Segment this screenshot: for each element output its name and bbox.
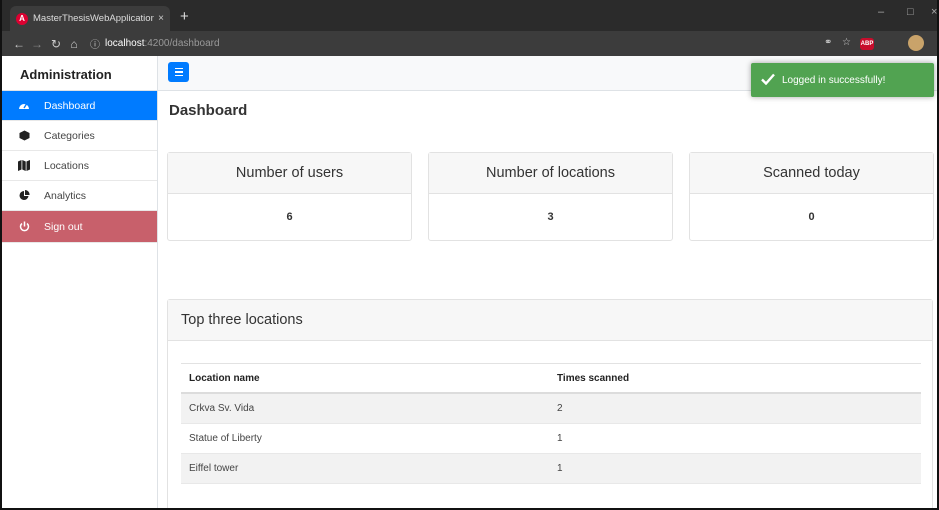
pie-chart-icon (18, 190, 30, 202)
sidebar-item-analytics[interactable]: Analytics (2, 181, 157, 211)
stat-card-users: Number of users 6 (167, 152, 412, 241)
column-header-times-scanned: Times scanned (557, 372, 630, 384)
stat-card-value: 0 (808, 211, 815, 223)
stat-card-title: Number of users (168, 153, 411, 194)
sidebar-item-label: Sign out (44, 220, 83, 233)
forward-icon[interactable]: → (28, 37, 46, 51)
top-locations-table: Location name Times scanned Crkva Sv. Vi… (181, 363, 921, 484)
sidebar-item-dashboard[interactable]: Dashboard (2, 91, 157, 121)
times-scanned-cell: 1 (557, 463, 563, 474)
success-toast[interactable]: Logged in successfully! (751, 63, 934, 97)
table-row: Crkva Sv. Vida 2 (181, 394, 921, 424)
browser-tab[interactable]: A MasterThesisWebApplicationFron × (10, 6, 170, 31)
sidebar-item-categories[interactable]: Categories (2, 121, 157, 151)
times-scanned-cell: 1 (557, 433, 563, 444)
page-title: Dashboard (169, 102, 248, 119)
sidebar-brand: Administration (2, 56, 157, 91)
stat-card-scanned-today: Scanned today 0 (689, 152, 934, 241)
checkmark-icon (761, 73, 775, 88)
stat-card-title: Number of locations (429, 153, 672, 194)
bookmark-star-icon[interactable]: ☆ (842, 37, 851, 48)
profile-avatar-icon[interactable] (908, 35, 924, 51)
power-icon (18, 221, 30, 233)
adblock-extension-icon[interactable]: ABP (860, 38, 874, 50)
url-path: :4200/dashboard (144, 38, 220, 49)
sidebar: Administration Dashboard Categories Loca… (2, 56, 158, 508)
sidebar-item-sign-out[interactable]: Sign out (2, 211, 157, 243)
map-icon (18, 160, 30, 172)
sidebar-item-label: Dashboard (44, 99, 96, 112)
location-name-cell: Crkva Sv. Vida (189, 403, 255, 414)
close-window-icon[interactable]: × (931, 6, 937, 18)
panel-title: Top three locations (168, 300, 932, 341)
stat-card-value: 3 (547, 211, 554, 223)
table-row: Eiffel tower 1 (181, 454, 921, 484)
stat-card-locations: Number of locations 3 (428, 152, 673, 241)
tachometer-icon (18, 100, 30, 112)
app-root: Administration Dashboard Categories Loca… (2, 56, 937, 508)
url-host: localhost (105, 38, 145, 49)
new-tab-button[interactable]: + (180, 8, 189, 25)
site-info-icon[interactable]: ⓘ (90, 36, 100, 51)
sidebar-item-label: Categories (44, 129, 95, 142)
angular-favicon-icon: A (16, 12, 28, 25)
location-name-cell: Eiffel tower (189, 463, 239, 474)
location-name-cell: Statue of Liberty (189, 433, 262, 444)
column-header-location-name: Location name (189, 372, 260, 384)
stat-card-value: 6 (286, 211, 293, 223)
reload-icon[interactable]: ↻ (47, 37, 65, 51)
maximize-icon[interactable]: □ (907, 6, 914, 18)
minimize-icon[interactable]: – (878, 6, 884, 18)
table-header-row: Location name Times scanned (181, 364, 921, 394)
sidebar-toggle-button[interactable] (168, 62, 189, 82)
browser-window: A MasterThesisWebApplicationFron × + – □… (0, 0, 939, 510)
times-scanned-cell: 2 (557, 403, 563, 414)
stat-card-title: Scanned today (690, 153, 933, 194)
tab-close-icon[interactable]: × (158, 13, 164, 24)
hamburger-icon (174, 67, 183, 70)
sidebar-item-label: Locations (44, 159, 89, 172)
top-locations-panel: Top three locations Location name Times … (167, 299, 933, 508)
tab-title: MasterThesisWebApplicationFron (33, 13, 154, 24)
home-icon[interactable]: ⌂ (65, 37, 83, 51)
table-row: Statue of Liberty 1 (181, 424, 921, 454)
toast-message: Logged in successfully! (782, 74, 886, 86)
sidebar-item-label: Analytics (44, 189, 87, 202)
address-bar[interactable]: ⓘ localhost:4200/dashboard (90, 34, 830, 53)
key-icon[interactable]: ⚭ (824, 37, 832, 48)
cube-icon (18, 130, 30, 142)
address-toolbar: ← → ↻ ⌂ ⓘ localhost:4200/dashboard ⚭ ☆ A… (2, 31, 937, 56)
back-icon[interactable]: ← (10, 37, 28, 51)
tab-bar: A MasterThesisWebApplicationFron × + – □… (2, 0, 937, 31)
sidebar-item-locations[interactable]: Locations (2, 151, 157, 181)
